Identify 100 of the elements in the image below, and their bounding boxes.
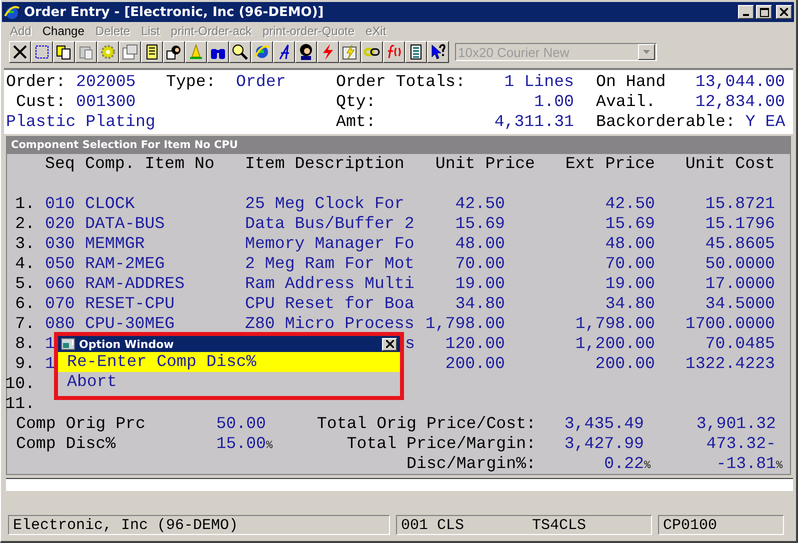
field-label: On Hand [596,72,666,91]
line-number: 9. [15,354,35,374]
script-letter-button[interactable] [273,41,295,63]
field-label: Comp Disc% [16,434,116,453]
copy-button[interactable] [53,41,75,63]
lightning-document-button[interactable] [339,41,361,63]
line-number: 5. [15,274,35,294]
table-cell: 70.0485 [705,334,775,354]
table-cell: 070 [45,294,75,313]
field-label: Order Totals: [336,72,466,91]
list-button[interactable] [141,41,163,63]
line-number: 3. [15,234,35,254]
form-icon [122,44,138,60]
lightning-icon [320,44,336,60]
function-button[interactable] [383,41,405,63]
field-value: 202005 [76,72,136,91]
window-icon [61,338,75,350]
table-cell: 060 [45,274,75,293]
paste-button[interactable] [75,41,97,63]
option-item[interactable]: Abort [58,372,400,392]
gear-button[interactable] [97,41,119,63]
table-cell: CPU-30MEG [85,314,175,333]
close-button[interactable] [382,338,397,350]
window-title: Option Window [79,338,174,350]
table-cell: RESET-CPU [85,294,175,313]
field-value: -13.81 [716,454,776,475]
table-cell: DATA-BUS [85,214,165,233]
option-item[interactable]: Re-Enter Comp Disc% [58,352,400,372]
field-value: 50.00 [216,414,266,434]
person-icon [298,44,314,60]
table-cell: 200.00 [445,354,505,374]
table-cell: 200.00 [595,354,655,374]
dropdown-arrow-icon [643,50,650,54]
form-button[interactable] [119,41,141,63]
field-value: 1 Lines [504,72,574,91]
line-number: 1. [15,194,35,214]
maximize-button[interactable] [756,5,772,19]
table-cell: 080 [45,314,75,333]
table-cell: Data Bus/Buffer 2 [245,214,414,233]
field-label: Amt: [336,112,376,131]
field-label: Backorderable: [596,112,736,131]
person-button[interactable] [295,41,317,63]
binoculars-button[interactable] [207,41,229,63]
close-button[interactable] [776,5,792,19]
table-cell: 70.00 [455,254,505,274]
table-cell: 1 [45,334,55,353]
line-number: 7. [15,314,35,334]
unit-label: % [644,460,651,472]
table-cell: 34.80 [605,294,655,314]
chain-link-button[interactable] [361,41,383,63]
table-cell: 1,798.00 [425,314,505,334]
help-pointer-button[interactable] [427,41,449,63]
table-cell: 17.0000 [705,274,775,294]
line-number: 10. [5,374,35,394]
field-value: 4,311.31 [494,112,574,131]
globe-icon [4,4,20,20]
table-cell: 15.1796 [705,214,775,234]
unit-label: % [776,460,783,472]
table-cell: 020 [45,214,75,233]
search-button[interactable] [229,41,251,63]
field-value: Order [236,72,286,91]
close-icon [386,340,394,348]
lightning-button[interactable] [317,41,339,63]
table-cell: 030 [45,234,75,253]
company-name: Electronic, Inc (96-DEMO) [13,517,238,534]
line-number: 8. [15,334,35,354]
column-header: Unit Price [435,154,535,174]
column-header: Unit Cost [685,154,775,174]
close-button[interactable] [9,41,31,63]
maximize-icon [760,8,768,16]
field-value: 3,901.32 [696,414,776,434]
globe-button[interactable] [251,41,273,63]
copy-icon [56,44,72,60]
calculator-button[interactable] [405,41,427,63]
table-cell: 010 [45,194,75,213]
field-value: 12,834.00 [695,92,785,111]
calculator-icon [408,44,424,60]
line-number: 2. [15,214,35,234]
function-icon [386,44,402,60]
table-cell: 48.00 [455,234,505,254]
line-number: 4. [15,254,35,274]
table-cell: 050 [45,254,75,273]
program-id: CP0100 [663,517,718,534]
panel-title: Component Selection For Item No CPU [7,137,790,154]
table-cell: 48.00 [605,234,655,254]
field-value: 473.32- [706,434,776,455]
minimize-button[interactable] [738,5,754,19]
field-value: 3,427.99 [564,434,644,455]
table-cell: 45.8605 [705,234,775,254]
unit-label: % [266,440,273,452]
table-cell: 1322.4223 [685,354,775,374]
paste-icon [78,44,94,60]
bell-button[interactable] [185,41,207,63]
table-cell: RAM-2MEG [85,254,165,273]
person-document-icon [166,44,182,60]
person-document-button[interactable] [163,41,185,63]
menu-item[interactable]: Change [42,24,84,38]
table-cell: Memory Manager Fo [245,234,414,253]
selection-button[interactable] [31,41,53,63]
table-cell: 50.0000 [705,254,775,274]
